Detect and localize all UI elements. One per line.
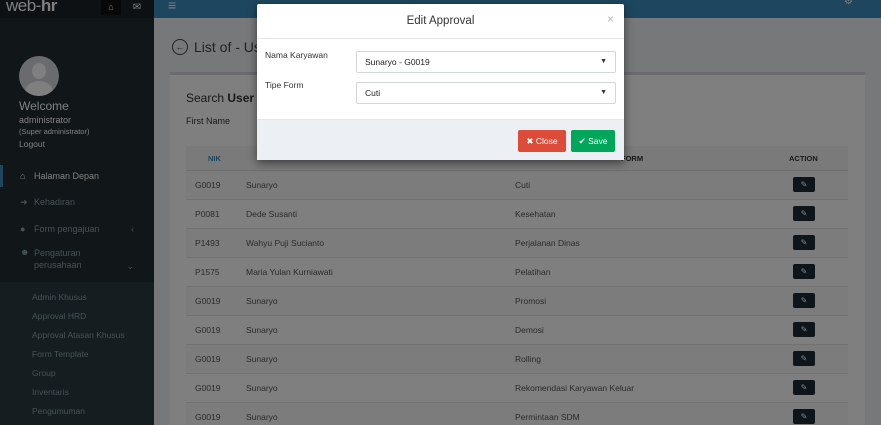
modal-footer: ✖ Close ✔ Save bbox=[257, 119, 624, 160]
modal-header: Edit Approval × bbox=[257, 4, 624, 39]
employee-label: Nama Karyawan bbox=[265, 50, 328, 60]
check-circle-icon: ✔ bbox=[578, 136, 586, 146]
save-button[interactable]: ✔ Save bbox=[571, 130, 615, 152]
times-icon: ✖ bbox=[526, 136, 534, 146]
caret-down-icon: ▼ bbox=[600, 58, 607, 65]
form-type-select[interactable]: Cuti ▼ bbox=[356, 82, 616, 104]
close-button[interactable]: ✖ Close bbox=[518, 130, 566, 152]
employee-select[interactable]: Sunaryo - G0019 ▼ bbox=[356, 51, 616, 73]
edit-approval-modal: Edit Approval × Nama Karyawan Sunaryo - … bbox=[257, 4, 624, 160]
modal-title: Edit Approval bbox=[406, 15, 475, 27]
caret-down-icon: ▼ bbox=[600, 89, 607, 96]
form-type-label: Tipe Form bbox=[265, 80, 304, 90]
close-icon[interactable]: × bbox=[607, 12, 614, 26]
